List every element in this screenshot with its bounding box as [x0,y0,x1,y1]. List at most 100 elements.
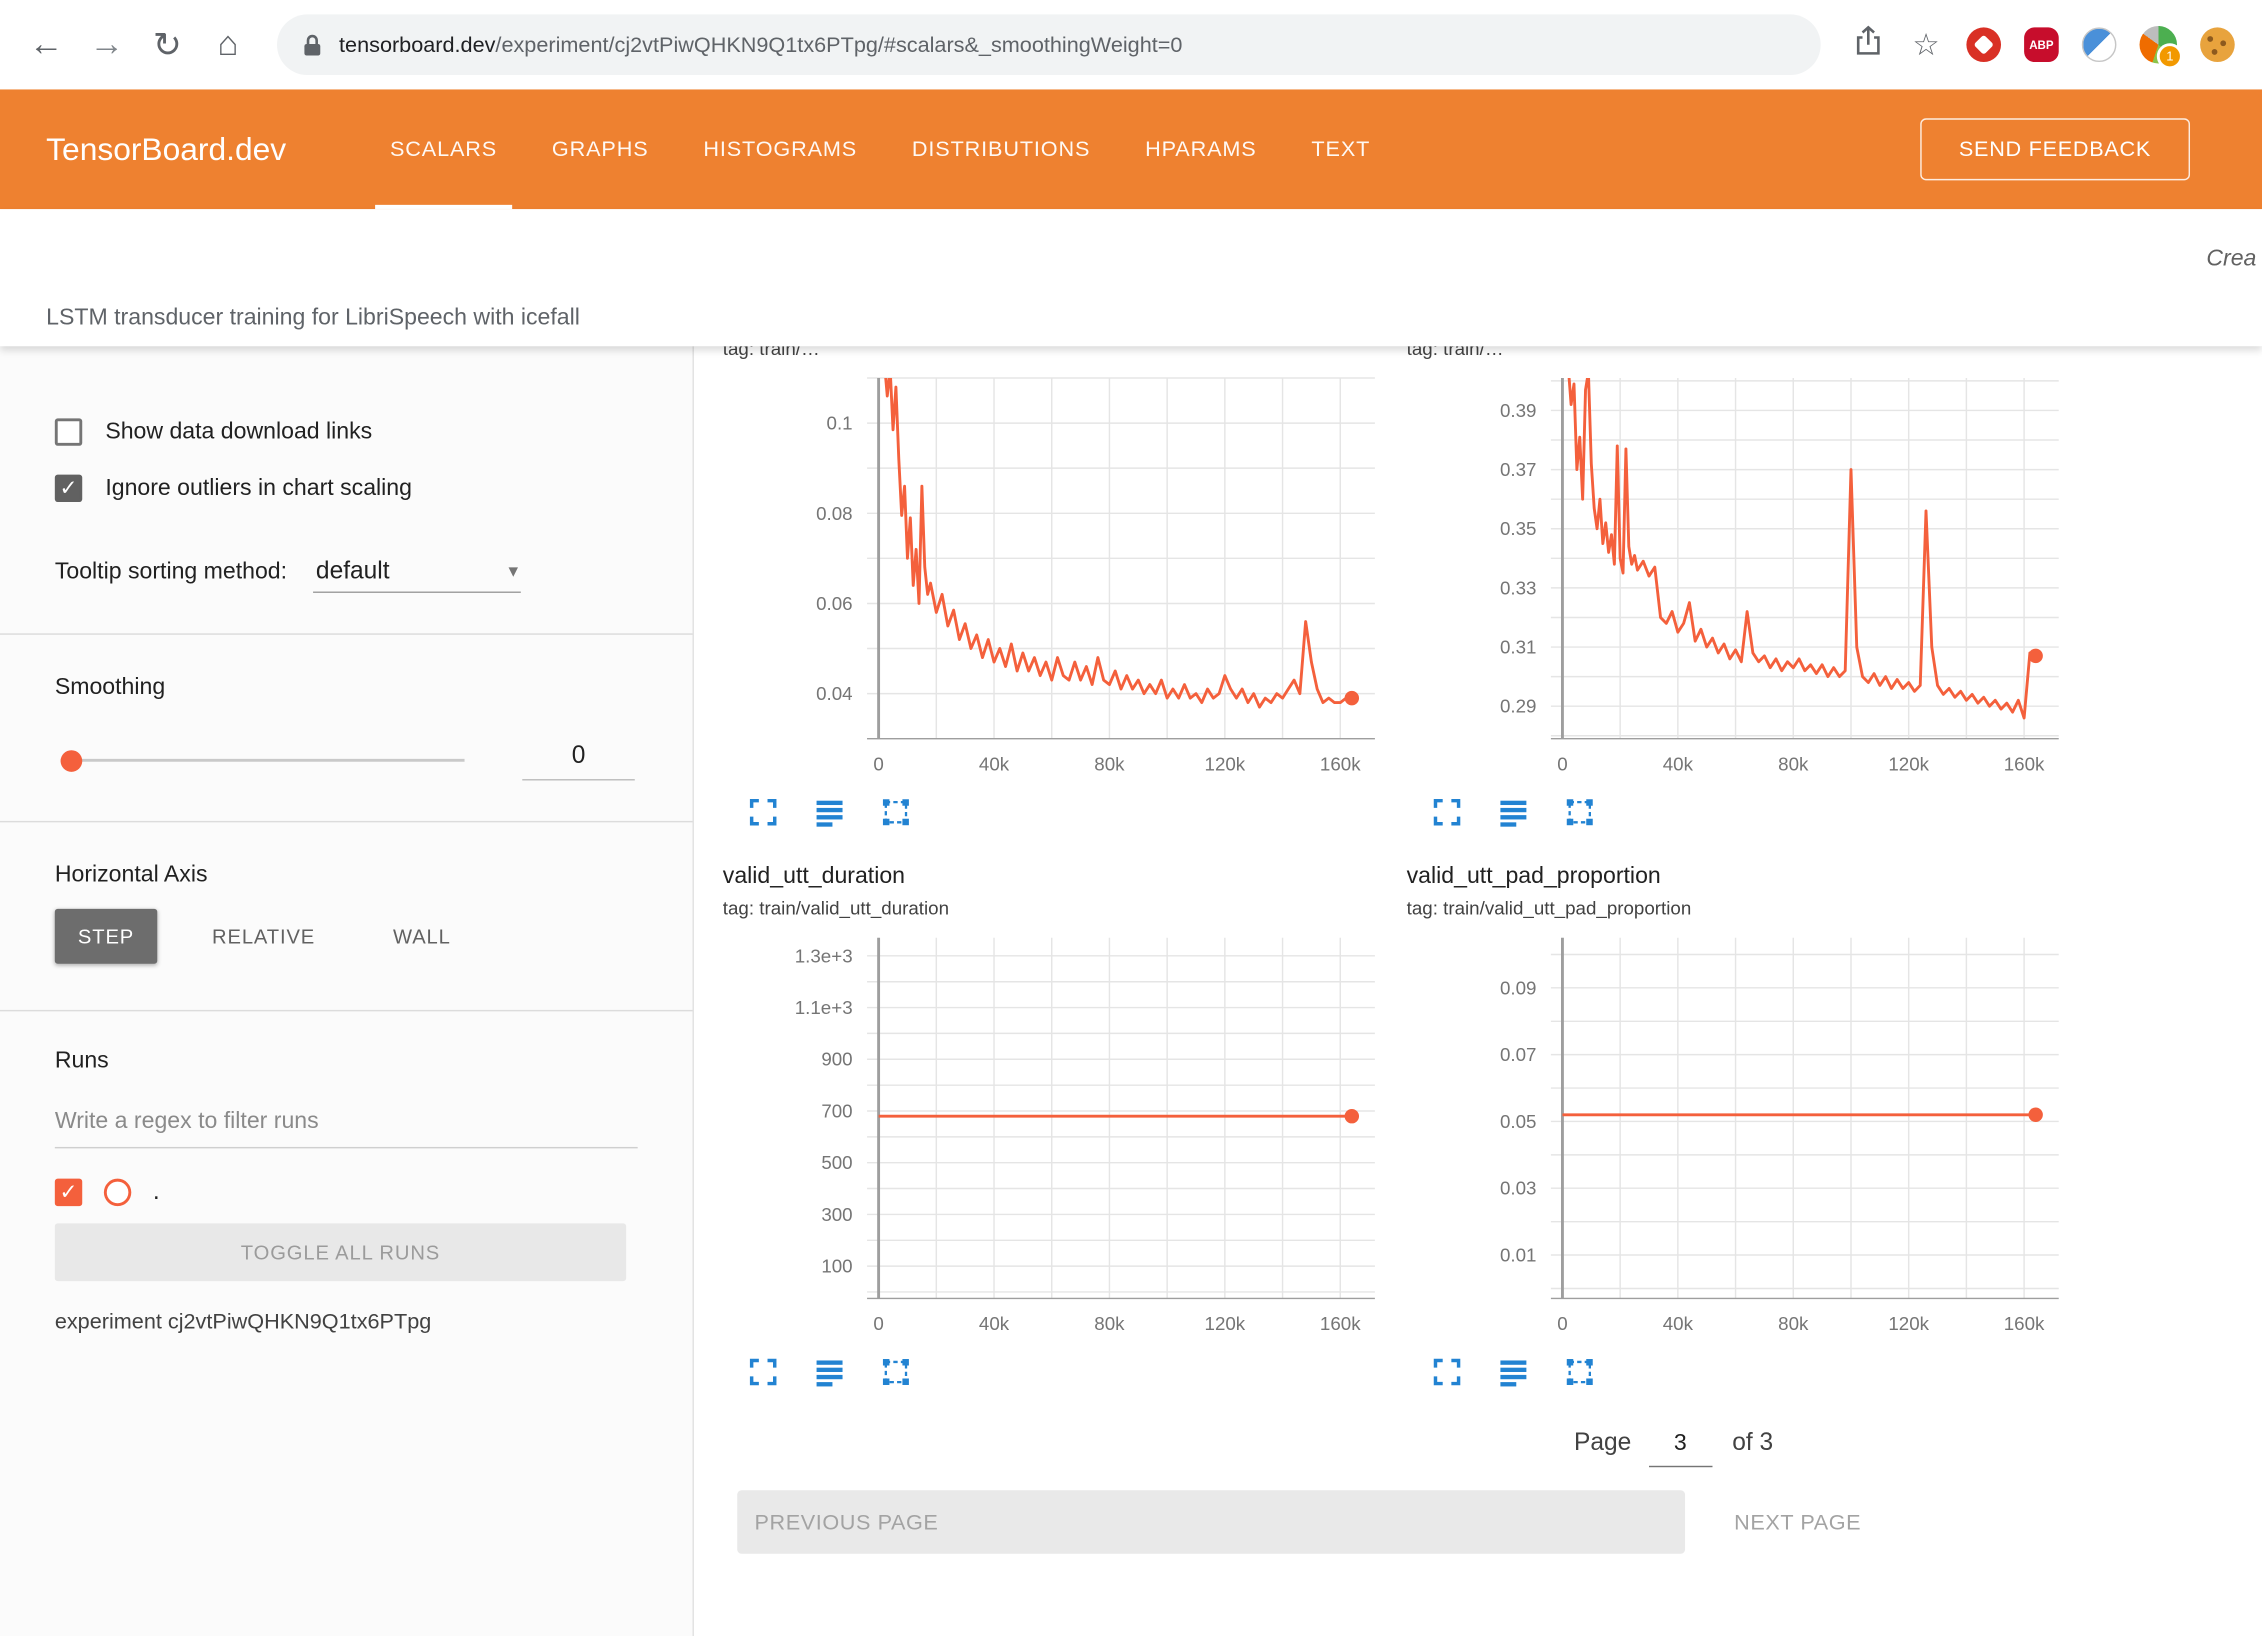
check-icon: ✓ [59,478,77,500]
line-chart[interactable]: 0.010.030.050.070.09040k80k120k160k [1407,932,2071,1345]
svg-text:0.05: 0.05 [1500,1111,1537,1132]
data-list-icon[interactable] [812,796,847,831]
run-color-swatch[interactable] [104,1178,131,1205]
tooltip-sorting-row: Tooltip sorting method: default ▾ [55,557,638,593]
page-buttons: PREVIOUS PAGE NEXT PAGE [723,1490,2262,1553]
svg-text:160k: 160k [1320,753,1361,774]
divider [0,633,692,634]
expand-chart-icon[interactable] [1430,796,1465,831]
tab-distributions[interactable]: DISTRIBUTIONS [912,89,1090,209]
show-download-checkbox[interactable] [55,418,82,445]
back-icon[interactable]: ← [20,25,72,65]
fit-domain-icon[interactable] [1562,1356,1597,1391]
sub-header: Crea LSTM transducer training for LibriS… [0,209,2262,346]
divider [0,1010,692,1011]
svg-text:0.07: 0.07 [1500,1044,1537,1065]
chart-card: valid_utt_duration tag: train/valid_utt_… [723,860,1394,1391]
svg-text:120k: 120k [1205,1313,1246,1334]
svg-text:0.1: 0.1 [827,412,853,433]
extension-icon[interactable] [2082,27,2117,62]
lock-icon[interactable] [303,33,322,56]
abp-label: ABP [2029,38,2053,51]
svg-text:80k: 80k [1094,753,1125,774]
fit-domain-icon[interactable] [879,1356,914,1391]
charts-row-bottom: valid_utt_duration tag: train/valid_utt_… [723,860,2262,1391]
svg-text:160k: 160k [2004,753,2045,774]
page-number-input[interactable] [1649,1431,1712,1467]
previous-page-button[interactable]: PREVIOUS PAGE [737,1490,1685,1553]
adblock-extension-icon[interactable] [1966,27,2001,62]
tab-graphs[interactable]: GRAPHS [552,89,649,209]
runs-filter-input[interactable] [55,1104,638,1149]
horizontal-axis-buttons: STEP RELATIVE WALL [55,909,638,964]
tooltip-sorting-label: Tooltip sorting method: [55,560,287,586]
slider-thumb[interactable] [61,749,83,771]
svg-text:80k: 80k [1778,1313,1809,1334]
tab-text[interactable]: TEXT [1311,89,1370,209]
tab-scalars[interactable]: SCALARS [390,89,497,209]
send-feedback-button[interactable]: SEND FEEDBACK [1920,118,2190,180]
reload-icon[interactable]: ↻ [141,24,193,66]
expand-chart-icon[interactable] [1430,1356,1465,1391]
forward-icon[interactable]: → [81,25,133,65]
svg-text:0.37: 0.37 [1500,459,1537,480]
line-chart[interactable]: 0.040.060.080.1040k80k120k160k [723,372,1387,785]
data-list-icon[interactable] [1496,796,1531,831]
expand-chart-icon[interactable] [746,1356,781,1391]
axis-wall-button[interactable]: WALL [370,909,474,964]
toggle-all-runs-button[interactable]: TOGGLE ALL RUNS [55,1223,626,1281]
chart-card: tag: train/… 0.040.060.080.1040k80k120k1… [723,346,1394,831]
pagination: Page of 3 [1574,1428,2262,1467]
fit-domain-icon[interactable] [1562,796,1597,831]
profile-avatar[interactable]: 1 [2140,26,2178,64]
ignore-outliers-checkbox[interactable]: ✓ [55,475,82,502]
svg-text:900: 900 [821,1049,852,1070]
show-download-row: Show data download links [55,418,638,445]
url-path: /experiment/cj2vtPiwQHKN9Q1tx6PTpg/#scal… [495,32,1182,57]
tooltip-sorting-select[interactable]: default ▾ [313,557,521,593]
svg-text:1.1e+3: 1.1e+3 [795,997,853,1018]
svg-text:0.04: 0.04 [816,683,853,704]
svg-text:40k: 40k [979,1313,1010,1334]
chart-tag: tag: train/… [723,346,1394,363]
smoothing-value-input[interactable] [522,739,635,781]
axis-step-button[interactable]: STEP [55,909,157,964]
chart-card: tag: train/… 0.290.310.330.350.370.39040… [1407,346,2078,831]
chart-tag: tag: train/valid_utt_duration [723,894,1394,923]
runs-label: Runs [55,1049,638,1075]
tab-hparams[interactable]: HPARAMS [1145,89,1256,209]
bookmark-star-icon[interactable]: ☆ [1901,27,1950,63]
chart-card: valid_utt_pad_proportion tag: train/vali… [1407,860,2078,1391]
chart-actions [1407,785,2078,831]
line-chart[interactable]: 0.290.310.330.350.370.39040k80k120k160k [1407,372,2071,785]
ignore-outliers-label: Ignore outliers in chart scaling [105,475,412,501]
tab-histograms[interactable]: HISTOGRAMS [703,89,857,209]
horizontal-axis-label: Horizontal Axis [55,863,638,889]
line-chart[interactable]: 1003005007009001.1e+31.3e+3040k80k120k16… [723,932,1387,1345]
abp-extension-icon[interactable]: ABP [2024,27,2059,62]
fit-domain-icon[interactable] [879,796,914,831]
run-checkbox[interactable]: ✓ [55,1178,82,1205]
data-list-icon[interactable] [1496,1356,1531,1391]
settings-sidebar: Show data download links ✓ Ignore outlie… [0,346,694,1636]
home-icon[interactable]: ⌂ [202,25,254,65]
svg-text:40k: 40k [1663,1313,1694,1334]
data-list-icon[interactable] [812,1356,847,1391]
url-bar[interactable]: tensorboard.dev/experiment/cj2vtPiwQHKN9… [277,14,1821,75]
next-page-button[interactable]: NEXT PAGE [1725,1508,1869,1535]
expand-chart-icon[interactable] [746,796,781,831]
page-of-label: of 3 [1732,1428,1773,1457]
svg-text:0.08: 0.08 [816,503,853,524]
svg-text:0.33: 0.33 [1500,577,1537,598]
svg-text:500: 500 [821,1152,852,1173]
share-icon[interactable] [1844,25,1893,65]
slider-track [61,758,465,761]
experiment-id-label: experiment cj2vtPiwQHKN9Q1tx6PTpg [55,1310,638,1335]
axis-relative-button[interactable]: RELATIVE [189,909,338,964]
smoothing-row [55,739,638,781]
smoothing-slider[interactable] [61,747,465,773]
cookie-extension-icon[interactable] [2200,27,2235,62]
svg-text:700: 700 [821,1101,852,1122]
svg-text:120k: 120k [1888,1313,1929,1334]
svg-text:0.31: 0.31 [1500,637,1537,658]
